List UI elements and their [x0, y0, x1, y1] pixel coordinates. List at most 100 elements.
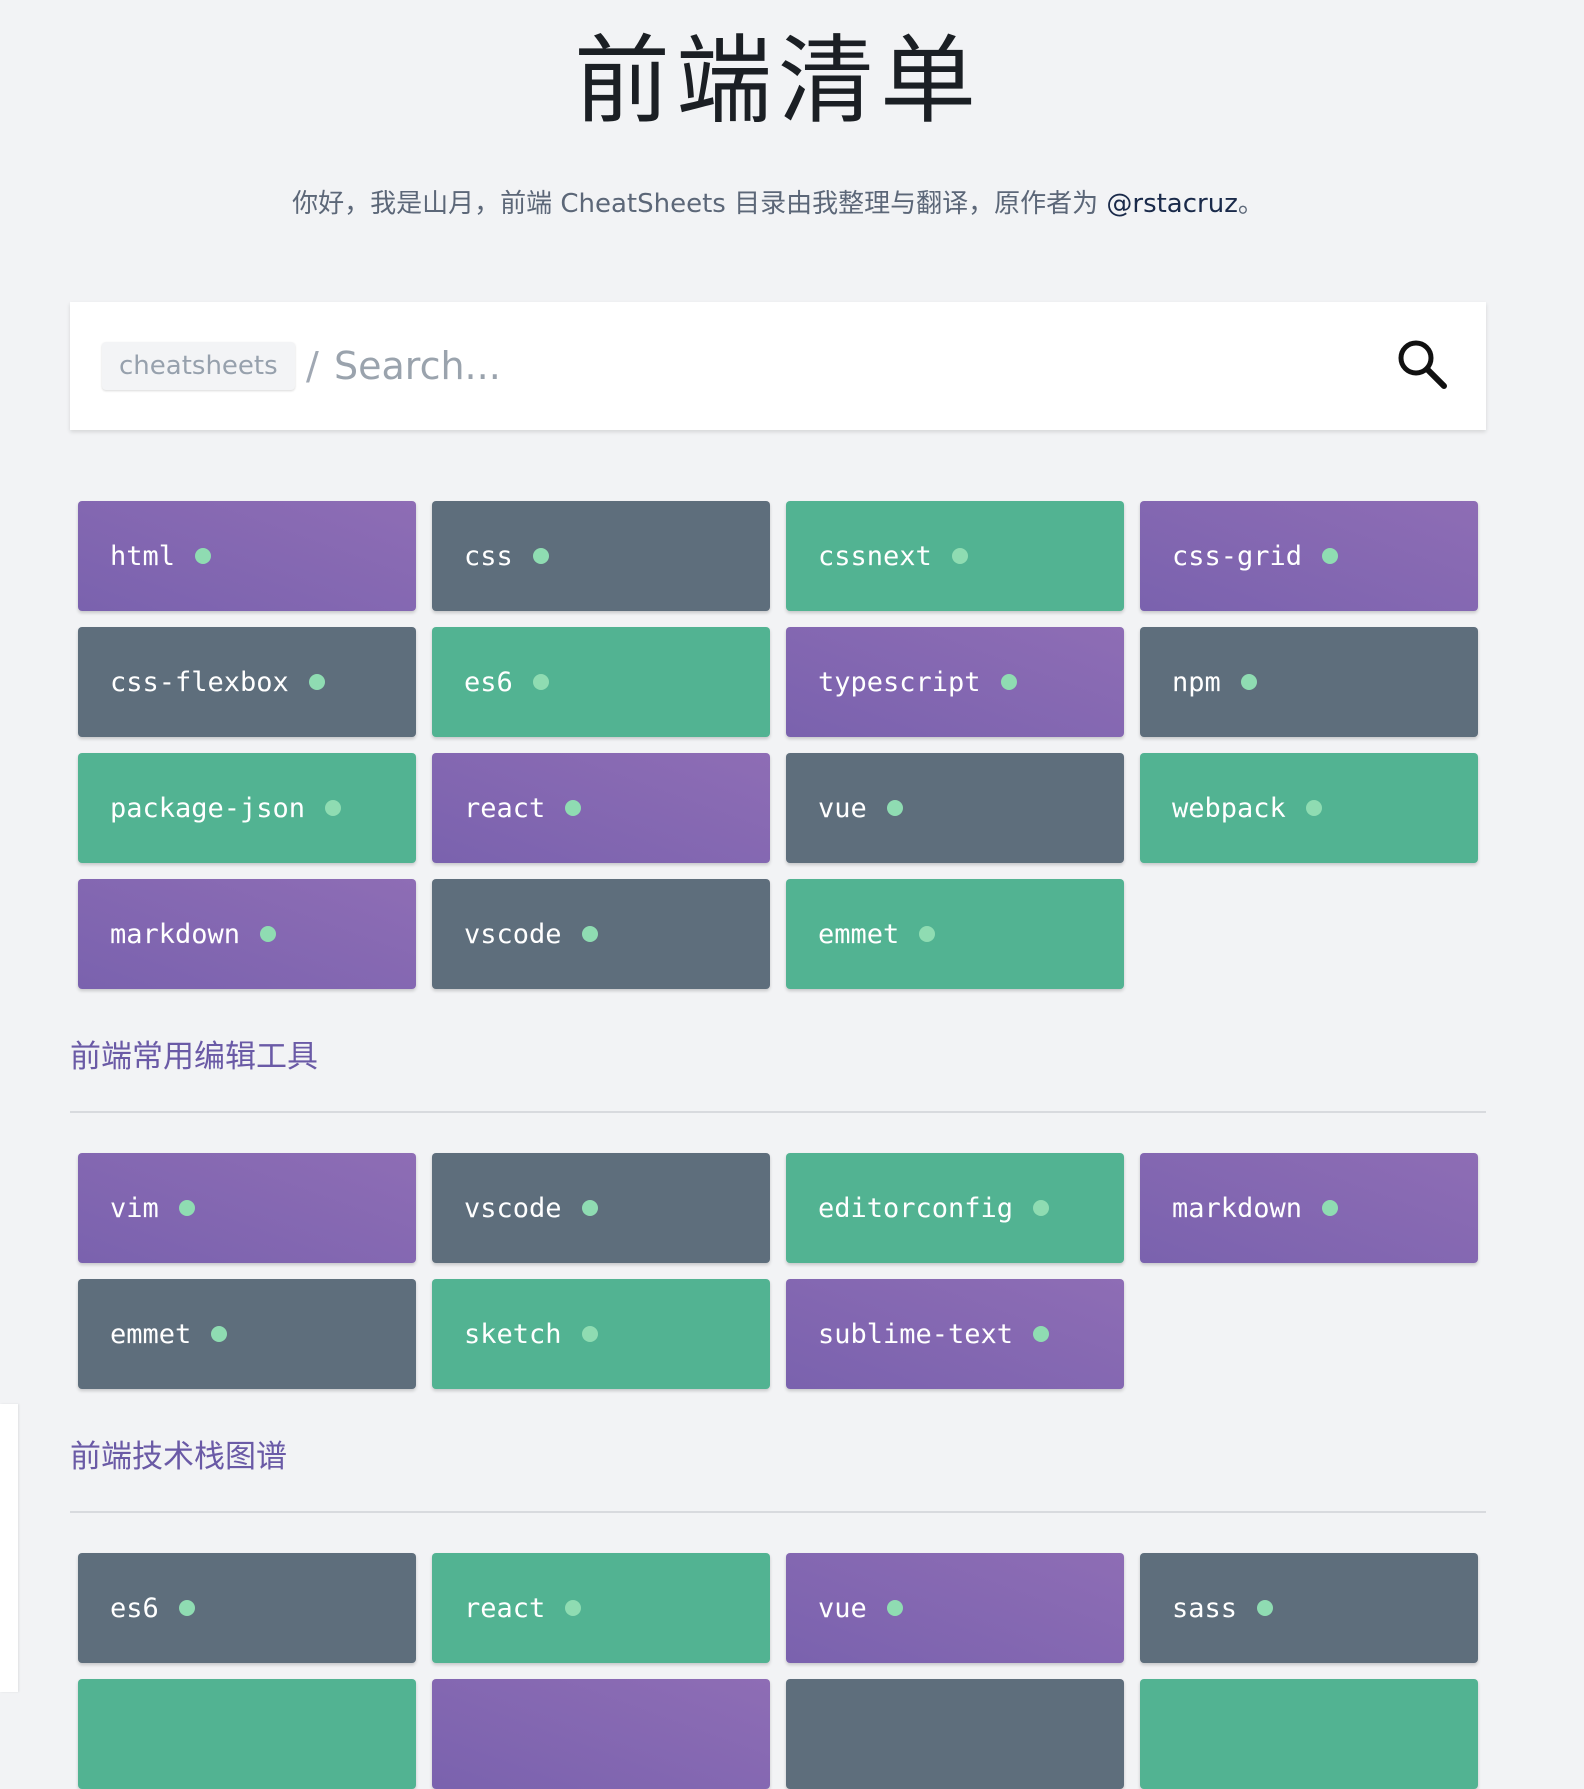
cheatsheet-card[interactable]: sketch: [432, 1279, 770, 1389]
status-dot-icon: [1000, 674, 1017, 690]
status-dot-icon: [951, 548, 968, 564]
status-dot-icon: [195, 548, 212, 564]
cheatsheet-card[interactable]: vim: [78, 1153, 416, 1263]
cheatsheet-card-label: vim: [110, 1192, 159, 1224]
status-dot-icon: [211, 1326, 228, 1342]
search-scope-tag: cheatsheets: [102, 342, 295, 390]
status-dot-icon: [532, 674, 549, 690]
cheatsheet-card[interactable]: react: [432, 1553, 770, 1663]
cheatsheet-card[interactable]: sass: [1140, 1553, 1478, 1663]
cheatsheet-card-label: typescript: [818, 666, 981, 698]
cheatsheet-card[interactable]: css: [432, 501, 770, 611]
status-dot-icon: [1322, 548, 1339, 564]
cheatsheet-card[interactable]: sublime-text: [786, 1279, 1124, 1389]
cheatsheet-card[interactable]: cssnext: [786, 501, 1124, 611]
cheatsheet-grid: html css cssnext css-grid css-flexbox es6 type…: [78, 501, 1486, 989]
search-icon[interactable]: [1394, 336, 1450, 392]
cheatsheet-card-label: vue: [818, 792, 867, 824]
cheatsheet-card-label: react: [464, 792, 546, 824]
status-dot-icon: [260, 926, 277, 942]
status-dot-icon: [1033, 1200, 1050, 1216]
cheatsheet-card-label: es6: [110, 1592, 159, 1624]
status-dot-icon: [1305, 800, 1322, 816]
subtitle-text: 你好，我是山月，前端 CheatSheets 目录由我整理与翻译，原作者为: [292, 189, 1107, 219]
status-dot-icon: [532, 548, 549, 564]
status-dot-icon: [581, 1200, 598, 1216]
cheatsheet-card[interactable]: [432, 1679, 770, 1789]
cheatsheet-card[interactable]: [78, 1679, 416, 1789]
page-title: 前端清单: [574, 25, 982, 137]
cheatsheet-card[interactable]: editorconfig: [786, 1153, 1124, 1263]
status-dot-icon: [178, 1200, 195, 1216]
status-dot-icon: [1322, 1200, 1339, 1216]
status-dot-icon: [565, 1600, 582, 1616]
cheatsheet-card-label: es6: [464, 666, 513, 698]
cheatsheet-card[interactable]: vue: [786, 1553, 1124, 1663]
cheatsheet-card[interactable]: emmet: [78, 1279, 416, 1389]
cheatsheet-card[interactable]: vscode: [432, 1153, 770, 1263]
author-link[interactable]: @rstacruz: [1106, 189, 1237, 219]
search-box: cheatsheets /: [70, 302, 1486, 430]
status-dot-icon: [565, 800, 582, 816]
cheatsheet-card[interactable]: typescript: [786, 627, 1124, 737]
cheatsheet-card-label: cssnext: [818, 540, 932, 572]
cheatsheet-card[interactable]: vscode: [432, 879, 770, 989]
status-dot-icon: [1257, 1600, 1274, 1616]
cheatsheet-card[interactable]: es6: [432, 627, 770, 737]
cheatsheet-card-label: sketch: [464, 1318, 562, 1350]
cheatsheet-card-label: package-json: [110, 792, 306, 824]
subtitle-suffix: 。: [1237, 189, 1264, 219]
cheatsheet-card-label: markdown: [1172, 1192, 1303, 1224]
cheatsheet-card[interactable]: webpack: [1140, 753, 1478, 863]
cheatsheet-card[interactable]: emmet: [786, 879, 1124, 989]
status-dot-icon: [308, 674, 325, 690]
cheatsheet-card[interactable]: vue: [786, 753, 1124, 863]
cheatsheet-card-label: emmet: [818, 918, 900, 950]
section-divider: [70, 1511, 1486, 1513]
status-dot-icon: [1240, 674, 1257, 690]
search-input[interactable]: [334, 334, 1334, 398]
cheatsheet-card[interactable]: html: [78, 501, 416, 611]
cheatsheet-grid: vim vscode editorconfig markdown emmet sketch…: [78, 1153, 1486, 1389]
status-dot-icon: [919, 926, 936, 942]
cheatsheet-card[interactable]: npm: [1140, 627, 1478, 737]
status-dot-icon: [325, 800, 342, 816]
status-dot-icon: [886, 800, 903, 816]
status-dot-icon: [178, 1600, 195, 1616]
page: 前端清单 你好，我是山月，前端 CheatSheets 目录由我整理与翻译，原作…: [70, 0, 1486, 1789]
cheatsheet-card-label: npm: [1172, 666, 1221, 698]
cheatsheet-card-label: sass: [1172, 1592, 1238, 1624]
cheatsheet-card-label: css-grid: [1172, 540, 1303, 572]
section-title: 前端技术栈图谱: [70, 1439, 287, 1475]
status-dot-icon: [581, 1326, 598, 1342]
cheatsheet-card-label: emmet: [110, 1318, 192, 1350]
cheatsheet-grid: es6 react vue sass: [78, 1553, 1486, 1789]
cheatsheet-groups: html css cssnext css-grid css-flexbox es6 type…: [70, 501, 1486, 1789]
status-dot-icon: [1033, 1326, 1050, 1342]
cheatsheet-card-label: vscode: [464, 918, 562, 950]
cheatsheet-card-label: vue: [818, 1592, 867, 1624]
side-panel-edge: [0, 1404, 18, 1692]
status-dot-icon: [581, 926, 598, 942]
cheatsheet-card-label: css-flexbox: [110, 666, 289, 698]
cheatsheet-card[interactable]: [786, 1679, 1124, 1789]
page-subtitle: 你好，我是山月，前端 CheatSheets 目录由我整理与翻译，原作者为 @r…: [70, 186, 1486, 222]
section-title: 前端常用编辑工具: [70, 1039, 318, 1075]
cheatsheet-card[interactable]: es6: [78, 1553, 416, 1663]
search-separator: /: [306, 344, 319, 388]
cheatsheet-card[interactable]: css-flexbox: [78, 627, 416, 737]
cheatsheet-card-label: vscode: [464, 1192, 562, 1224]
cheatsheet-card-label: webpack: [1172, 792, 1286, 824]
cheatsheet-card-label: css: [464, 540, 513, 572]
cheatsheet-card[interactable]: react: [432, 753, 770, 863]
status-dot-icon: [886, 1600, 903, 1616]
cheatsheet-card-label: react: [464, 1592, 546, 1624]
cheatsheet-card[interactable]: css-grid: [1140, 501, 1478, 611]
cheatsheet-card-label: html: [110, 540, 176, 572]
cheatsheet-card[interactable]: markdown: [78, 879, 416, 989]
cheatsheet-card-label: editorconfig: [818, 1192, 1014, 1224]
cheatsheet-card[interactable]: markdown: [1140, 1153, 1478, 1263]
cheatsheet-card[interactable]: package-json: [78, 753, 416, 863]
cheatsheet-card[interactable]: [1140, 1679, 1478, 1789]
section-divider: [70, 1111, 1486, 1113]
